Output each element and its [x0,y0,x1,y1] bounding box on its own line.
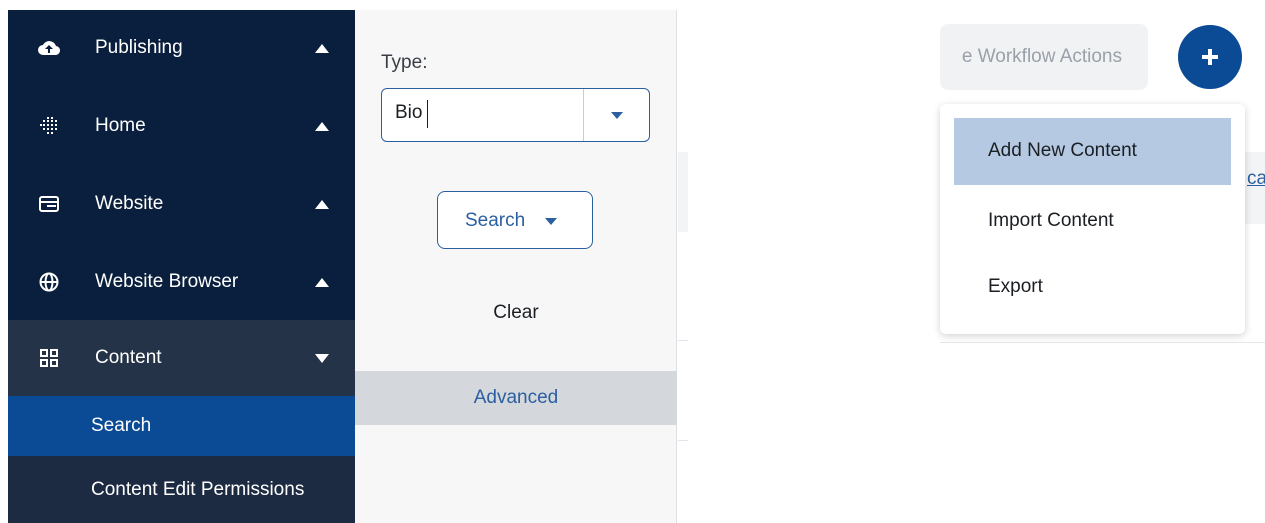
chevron-up-icon [315,199,329,209]
chevron-up-icon [315,43,329,53]
sidebar-item-label: Publishing [95,37,183,58]
sidebar-subitem-label: Search [91,415,152,436]
menu-item-label: Add New Content [988,140,1137,161]
sidebar-item-home[interactable]: Home [8,88,355,164]
menu-item-import-content[interactable]: Import Content [954,188,1231,255]
clear-button[interactable]: Clear [355,302,677,324]
workflow-actions-button[interactable]: e Workflow Actions [940,24,1148,90]
browser-window-icon [38,193,60,215]
sidebar-item-publishing[interactable]: Publishing [8,10,355,86]
workflow-actions-label: e Workflow Actions [961,46,1122,67]
sidebar-item-content[interactable]: Content [8,320,355,396]
sidebar-item-label: Home [95,115,146,136]
chevron-down-icon [315,353,329,363]
sidebar-item-website[interactable]: Website [8,166,355,242]
divider [940,342,1265,343]
search-button[interactable]: Search [437,191,593,249]
grid-icon [38,347,60,369]
divider [678,440,688,441]
chevron-up-icon [315,277,329,287]
sidebar-subitem-search[interactable]: Search [8,396,355,456]
sidebar-item-website-browser[interactable]: Website Browser [8,244,355,320]
text-cursor [427,100,428,128]
menu-item-label: Import Content [988,210,1114,231]
sidebar-subitem-label: Content Edit Permissions [91,478,305,500]
menu-item-add-new-content[interactable]: Add New Content [954,118,1231,185]
add-button[interactable] [1178,25,1242,89]
type-label: Type: [381,52,428,73]
add-menu: Add New Content Import Content Export [940,104,1245,334]
advanced-label: Advanced [473,387,559,408]
globe-icon [38,271,60,293]
chevron-down-icon[interactable] [611,112,623,119]
chevron-down-icon [545,218,557,225]
menu-item-label: Export [988,276,1043,297]
table-link[interactable]: cat [1247,168,1265,190]
select-divider [583,89,584,141]
divider [678,340,688,341]
chevron-up-icon [315,121,329,131]
sidebar-item-label: Website Browser [95,271,239,292]
dotted-globe-icon [38,115,60,137]
sidebar-item-label: Content [95,347,162,368]
table-header-fragment [678,152,688,232]
sidebar-item-label: Website [95,193,164,214]
filter-panel: Type: Bio Search Clear Advanced [355,10,677,523]
advanced-toggle[interactable]: Advanced [355,371,677,425]
sidebar: Publishing Home Website Website Browser … [8,10,355,523]
cloud-upload-icon [38,37,60,59]
search-button-label: Search [465,210,526,231]
menu-item-export[interactable]: Export [954,254,1231,321]
type-select[interactable]: Bio [381,88,650,142]
type-input[interactable]: Bio [395,102,422,124]
sidebar-subitem-content-edit-permissions[interactable]: Content Edit Permissions [8,456,355,523]
